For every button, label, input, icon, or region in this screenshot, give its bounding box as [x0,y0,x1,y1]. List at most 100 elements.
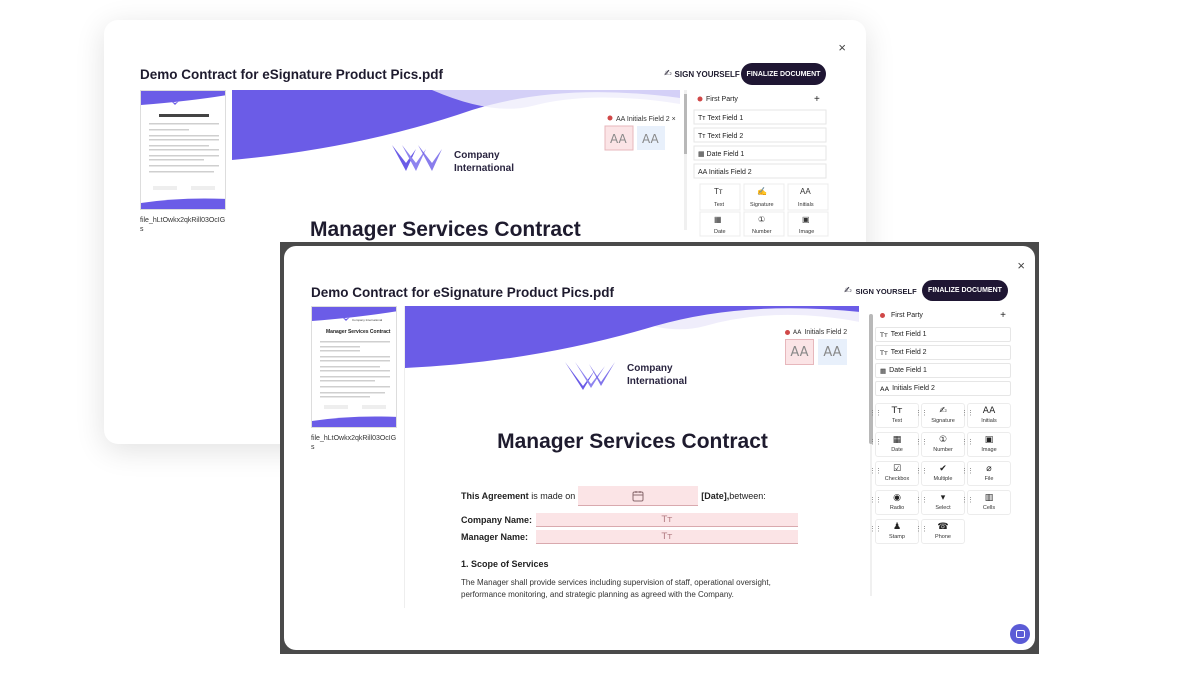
placed-field-item[interactable]: Tт Text Field 1 [875,327,1011,342]
initials-box[interactable]: AA [818,339,847,365]
close-icon[interactable]: × [838,40,846,55]
close-icon[interactable]: × [1017,258,1025,273]
tool-stamp[interactable]: ⋮⋮ ♟ Stamp [869,519,919,544]
modal-title: Demo Contract for eSignature Product Pic… [311,285,615,300]
tool-checkbox[interactable]: ⋮⋮ ☑ Checkbox [869,461,919,486]
finalize-document-button[interactable]: FINALIZE DOCUMENT [741,63,826,85]
drag-handle-icon[interactable]: ⋮⋮ [869,468,882,475]
initials-box-selected[interactable]: AA [785,339,814,365]
sign-yourself-button[interactable]: ✍ SIGN YOURSELF [844,286,917,296]
svg-text:Company: Company [454,150,500,161]
drag-handle-icon[interactable]: ⋮⋮ [869,497,882,504]
company-name-line1: Company [627,363,673,374]
drag-handle-icon[interactable]: ⋮⋮ [961,439,974,446]
svg-text:Image: Image [799,229,814,235]
drag-handle-icon[interactable]: ⋮⋮ [915,468,928,475]
drag-handle-icon[interactable]: ⋮⋮ [915,439,928,446]
file-icon: ⌀ [986,464,992,474]
agreement-text: is made on [531,491,576,501]
tool-date[interactable]: ⋮⋮ ▦ Date [869,432,919,457]
svg-text:Number: Number [752,229,772,235]
field-label: Text Field 2 [890,349,927,356]
sign-yourself-label: SIGN YOURSELF [855,286,917,296]
drag-handle-icon[interactable]: ⋮⋮ [869,410,882,417]
fields-panel-back: First Party + Tт Text Field 1 Tт Text Fi… [684,90,830,240]
tool-label: Select [935,505,951,511]
svg-text:Tт Text Field 2: Tт Text Field 2 [698,133,743,140]
svg-text:Manager Services Contract: Manager Services Contract [310,218,581,241]
company-name-label: Company Name: [461,515,533,525]
image-icon: ▣ [984,435,994,445]
text-field-icon: Tт [661,531,673,542]
tool-file[interactable]: ⋮⋮ ⌀ File [961,461,1011,486]
tool-label: Stamp [889,534,905,540]
manager-name-text-field[interactable]: Tт [536,530,799,544]
between-text: between: [729,491,766,501]
svg-text:AA: AA [642,132,660,146]
svg-text:Initials: Initials [798,202,814,208]
company-logo: Company International [565,360,687,390]
drag-handle-icon[interactable]: ⋮⋮ [915,526,928,533]
field-type-icon: AA [880,384,890,393]
date-icon: ▦ [892,435,902,445]
placed-field-item[interactable]: Tт Text Field 2 [875,345,1011,360]
party-color-dot [785,330,790,335]
page-thumbnail[interactable]: Company International Manager Services C… [311,306,397,428]
scrollbar-thumb[interactable] [869,314,873,444]
tool-label: Text [891,418,903,424]
sign-yourself-button[interactable]: ✍ SIGN YOURSELF [664,69,740,79]
chat-support-button[interactable] [1010,624,1030,644]
tool-number[interactable]: ⋮⋮ ① Number [915,432,965,457]
tool-signature[interactable]: ⋮⋮ ✍ Signature [915,403,965,428]
page-thumbnail[interactable] [140,90,226,210]
tool-phone[interactable]: ⋮⋮ ☎ Phone [915,519,965,544]
tool-cells[interactable]: ⋮⋮ ▥ Cells [961,490,1011,515]
tool-radio[interactable]: ⋮⋮ ◉ Radio [869,490,919,515]
drag-handle-icon[interactable]: ⋮⋮ [915,497,928,504]
initials-boxes: AA AA [785,339,847,365]
svg-text:▦: ▦ [714,215,722,224]
company-name-row: Company Name: Tт [461,513,799,527]
drag-handle-icon[interactable]: ⋮⋮ [915,410,928,417]
tool-label: Phone [935,534,951,540]
svg-text:AA: AA [610,132,628,146]
phone-icon: ☎ [937,522,949,532]
svg-text:+: + [814,94,820,105]
placed-field-item[interactable]: ▦ Date Field 1 [875,363,1011,378]
company-name-text-field[interactable]: Tт [536,513,799,527]
tool-multiple[interactable]: ⋮⋮ ✔ Multiple [915,461,965,486]
tool-label: Radio [889,505,905,511]
section-paragraph: The Manager shall provide services inclu… [461,578,771,600]
svg-text:Date: Date [714,229,726,235]
drag-handle-icon[interactable]: ⋮⋮ [961,468,974,475]
tool-select[interactable]: ⋮⋮ ▾ Select [915,490,965,515]
finalize-document-button[interactable]: FINALIZE DOCUMENT [922,280,1008,301]
add-party-icon[interactable]: + [1000,310,1006,321]
svg-text:First Party: First Party [706,96,738,103]
document-scrollbar[interactable] [869,308,873,604]
tool-initials[interactable]: ⋮⋮ AA Initials [961,403,1011,428]
drag-handle-icon[interactable]: ⋮⋮ [869,439,882,446]
drag-handle-icon[interactable]: ⋮⋮ [961,497,974,504]
tool-label: File [984,476,994,482]
document-heading: Manager Services Contract [497,430,768,453]
initials-icon: AA [982,406,996,416]
party-name: First Party [891,311,923,319]
tool-label: Multiple [933,476,953,482]
svg-text:▣: ▣ [802,215,810,224]
tool-label: Cells [982,505,996,511]
tool-label: Number [933,447,953,453]
tool-text[interactable]: ⋮⋮ Tт Text [869,403,919,428]
page-thumbnails: Company International Manager Services C… [311,306,403,453]
party-selector[interactable]: First Party + [875,306,1011,324]
tool-image[interactable]: ⋮⋮ ▣ Image [961,432,1011,457]
drag-handle-icon[interactable]: ⋮⋮ [961,410,974,417]
svg-text:International: International [454,163,514,174]
date-field[interactable] [578,486,699,506]
company-name: Company International [627,362,687,388]
checkbox-icon: ☑ [892,464,902,474]
initials-field-widget[interactable]: AA Initials Field 2 AA AA [785,329,847,365]
text-field-icon: Tт [661,514,673,525]
placed-field-item[interactable]: AA Initials Field 2 [875,381,1011,396]
drag-handle-icon[interactable]: ⋮⋮ [869,526,882,533]
